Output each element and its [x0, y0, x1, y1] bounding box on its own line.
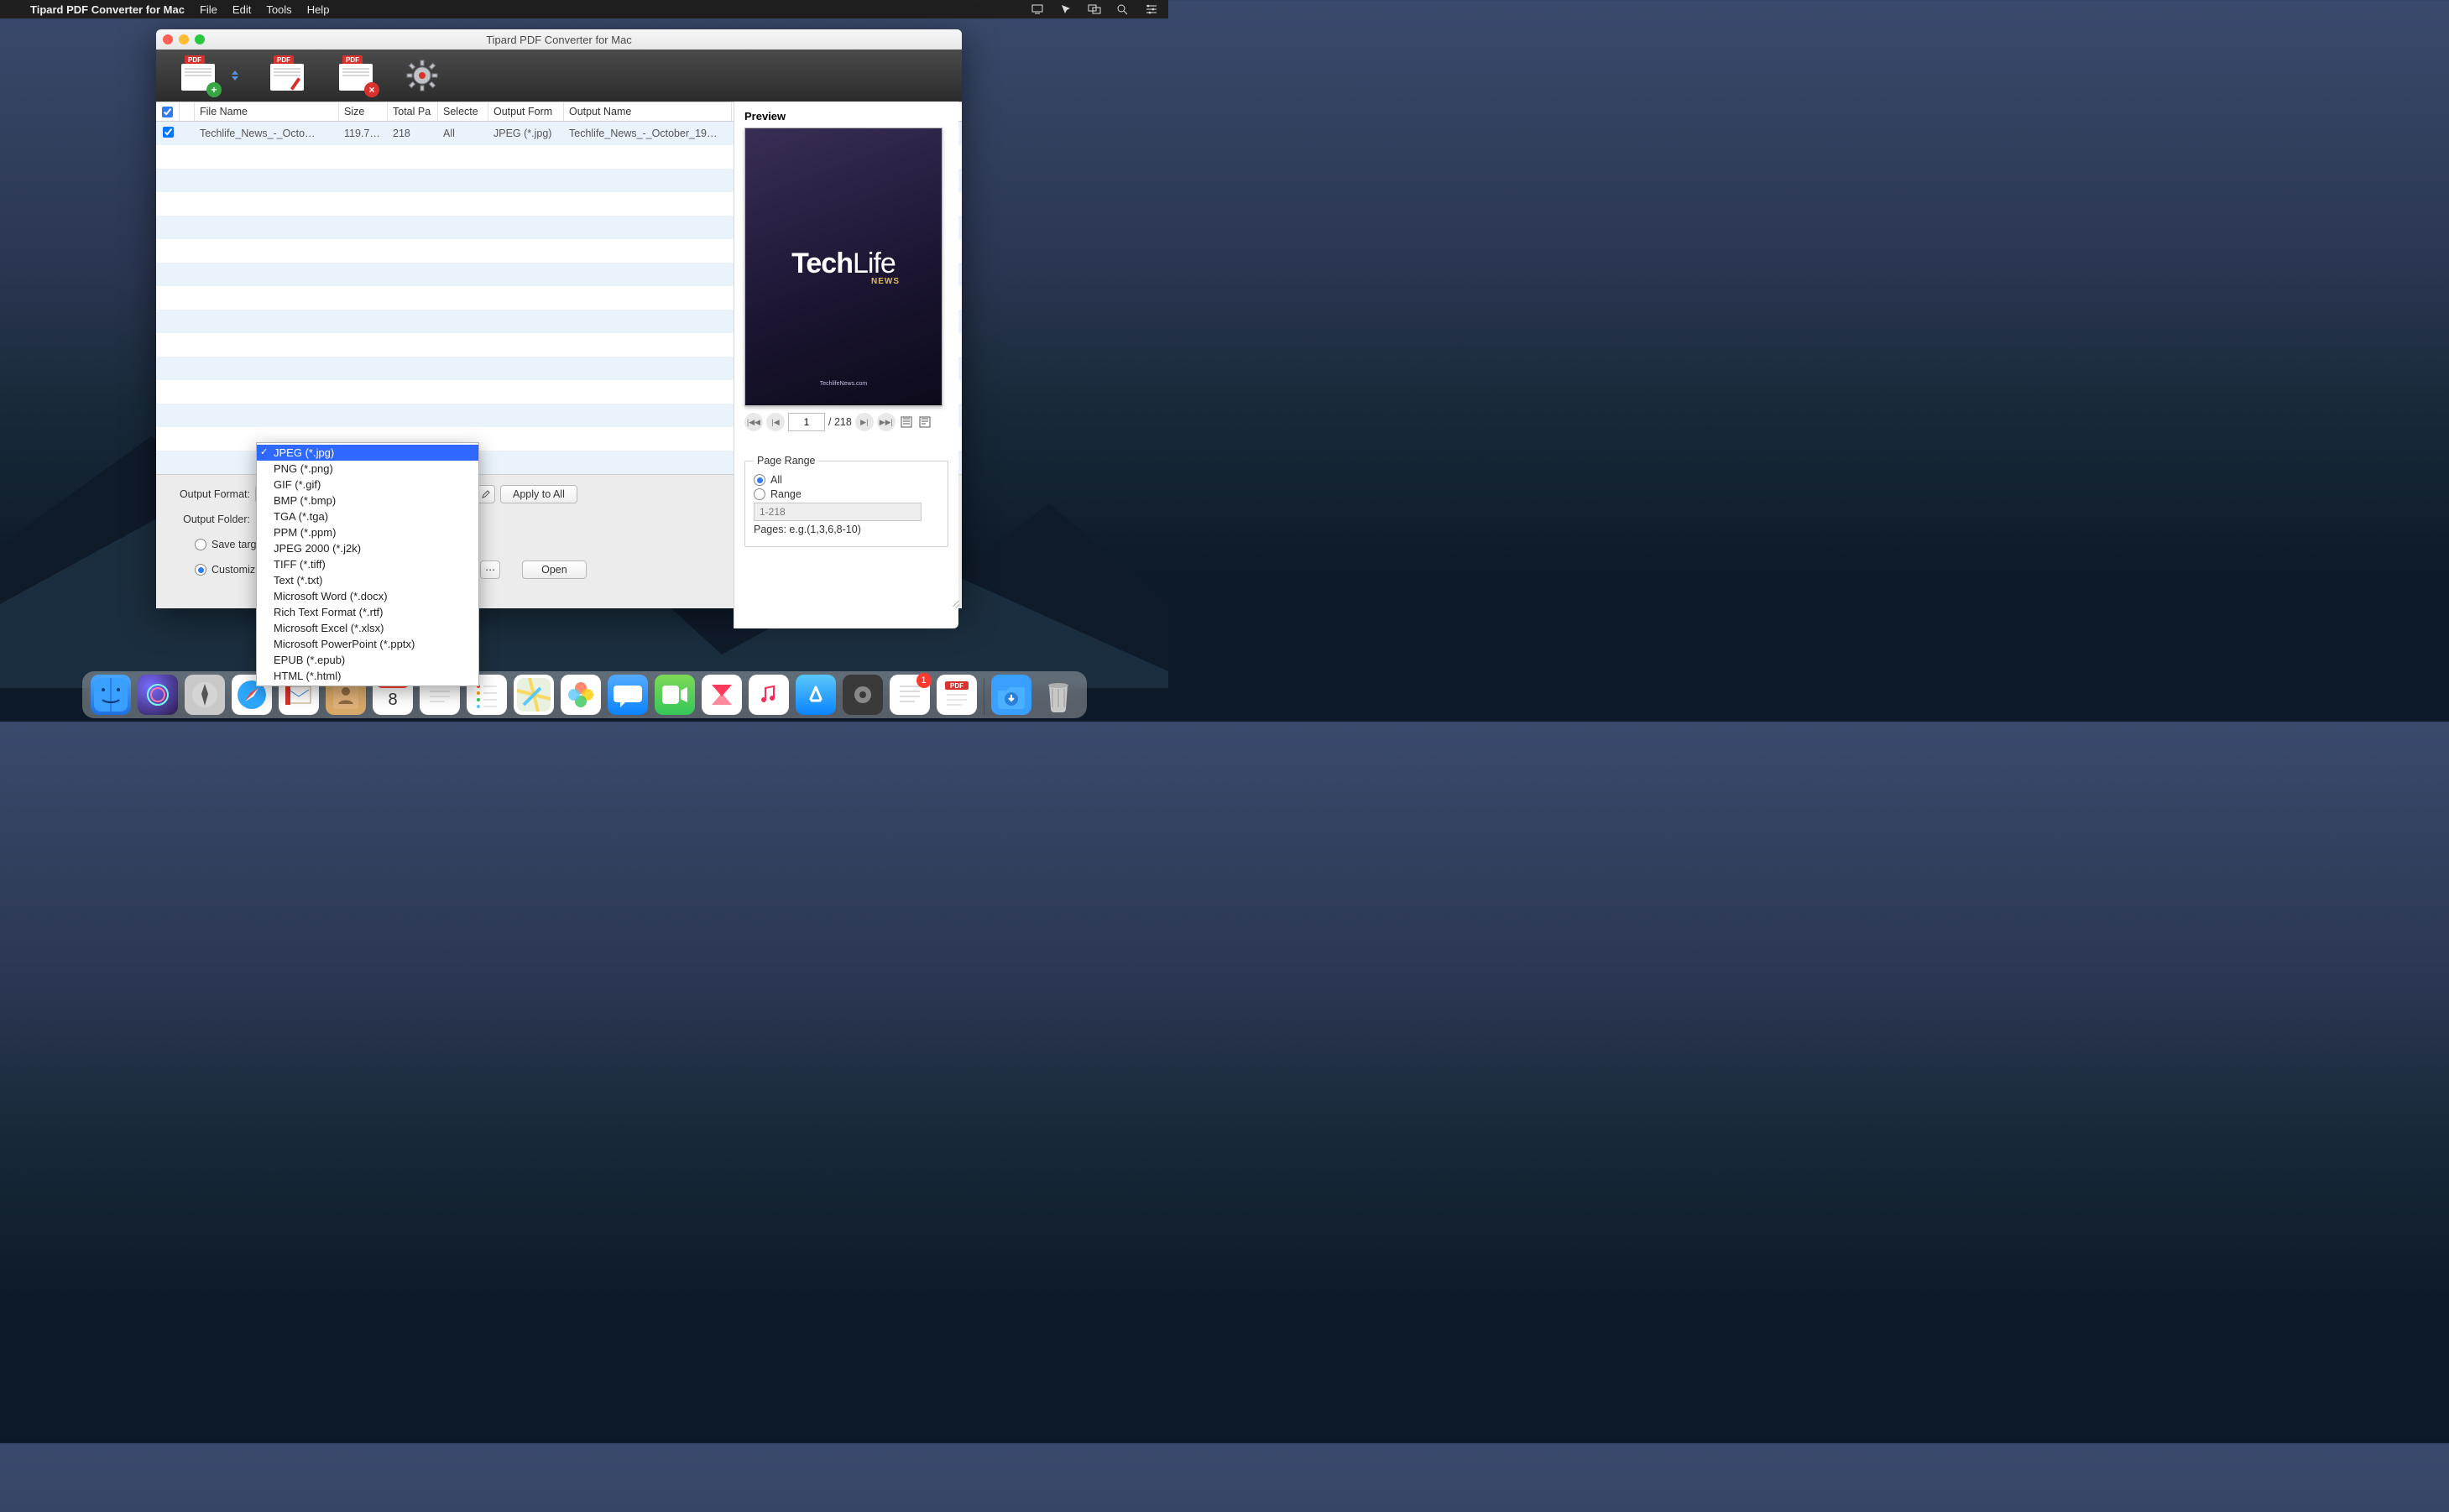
window-zoom-button[interactable] [195, 34, 205, 44]
dock-siri-icon[interactable] [138, 675, 178, 715]
format-option[interactable]: TIFF (*.tiff) [257, 556, 478, 572]
dock-appstore-icon[interactable] [796, 675, 836, 715]
col-output-format[interactable]: Output Form [488, 102, 564, 121]
dock-messages-icon[interactable] [608, 675, 648, 715]
browse-folder-button[interactable]: ⋯ [480, 560, 500, 579]
page-range-input[interactable] [754, 503, 922, 521]
col-output-name[interactable]: Output Name [564, 102, 732, 121]
window-title: Tipard PDF Converter for Mac [156, 34, 962, 46]
rotate-right-icon[interactable] [917, 414, 932, 430]
dock-launchpad-icon[interactable] [185, 675, 225, 715]
format-option[interactable]: PPM (*.ppm) [257, 524, 478, 540]
output-folder-label: Output Folder: [170, 514, 250, 525]
dock-facetime-icon[interactable] [655, 675, 695, 715]
format-option[interactable]: TGA (*.tga) [257, 508, 478, 524]
spotlight-icon[interactable] [1116, 3, 1130, 15]
preview-nav: |◀◀ |◀ / 218 ▶| ▶▶| [744, 413, 948, 431]
page-range-hint: Pages: e.g.(1,3,6,8-10) [754, 524, 939, 535]
page-range-all-radio[interactable] [754, 474, 765, 486]
col-size[interactable]: Size [339, 102, 388, 121]
cell-selected: All [438, 128, 488, 139]
status-control-icon[interactable] [1031, 3, 1044, 15]
dock-news-icon[interactable] [702, 675, 742, 715]
save-target-label: Save targ [211, 539, 257, 550]
resize-handle[interactable] [948, 595, 960, 607]
cell-output-name: Techlife_News_-_October_19… [564, 128, 732, 139]
cell-size: 119.71 … [339, 128, 388, 139]
system-menubar: Tipard PDF Converter for Mac File Edit T… [0, 0, 1168, 18]
col-selected[interactable]: Selecte [438, 102, 488, 121]
format-option[interactable]: JPEG 2000 (*.j2k) [257, 540, 478, 556]
page-range-group: Page Range All Range Pages: e.g.(1,3,6,8… [744, 455, 948, 547]
menubar-tools[interactable]: Tools [266, 3, 291, 16]
remove-pdf-button[interactable]: PDF× [337, 57, 376, 94]
format-option[interactable]: Microsoft Excel (*.xlsx) [257, 620, 478, 636]
status-cursor-icon[interactable] [1059, 3, 1073, 15]
format-option[interactable]: GIF (*.gif) [257, 477, 478, 493]
svg-text:PDF: PDF [950, 682, 963, 690]
prev-page-button[interactable]: |◀ [766, 413, 785, 431]
format-option[interactable]: EPUB (*.epub) [257, 652, 478, 668]
save-target-radio[interactable] [195, 539, 206, 550]
output-format-label: Output Format: [170, 488, 250, 500]
select-all-checkbox[interactable] [156, 102, 180, 121]
window-minimize-button[interactable] [179, 34, 189, 44]
dock-photos-icon[interactable] [561, 675, 601, 715]
row-checkbox[interactable] [156, 127, 180, 140]
page-range-legend: Page Range [754, 455, 819, 467]
dock-finder-icon[interactable] [91, 675, 131, 715]
customize-radio[interactable] [195, 564, 206, 576]
menubar-help[interactable]: Help [307, 3, 330, 16]
cell-output-format: JPEG (*.jpg) [488, 128, 564, 139]
format-option[interactable]: HTML (*.html) [257, 668, 478, 684]
current-page-input[interactable] [788, 413, 825, 431]
window-titlebar[interactable]: Tipard PDF Converter for Mac [156, 29, 962, 50]
open-folder-button[interactable]: Open [522, 560, 587, 579]
cell-file-name: Techlife_News_-_Octo… [195, 128, 339, 139]
dock-trash-icon[interactable] [1038, 675, 1078, 715]
dock-running-app-icon[interactable]: 1 [890, 675, 930, 715]
next-page-button[interactable]: ▶| [855, 413, 874, 431]
preview-title: Preview [744, 110, 948, 123]
toolbar: PDF+ PDF PDF× [156, 50, 962, 102]
rotate-left-icon[interactable] [899, 414, 914, 430]
dock-maps-icon[interactable] [514, 675, 554, 715]
output-format-settings-button[interactable] [477, 485, 495, 503]
dock-pdf-converter-icon[interactable]: PDF [937, 675, 977, 715]
control-center-icon[interactable] [1145, 3, 1158, 15]
menubar-edit[interactable]: Edit [232, 3, 251, 16]
format-option[interactable]: JPEG (*.jpg) [257, 445, 478, 461]
preview-thumbnail: TechLife NEWS TechlifeNews.com [744, 128, 943, 406]
col-total-pages[interactable]: Total Pa [388, 102, 438, 121]
output-format-dropdown: JPEG (*.jpg)PNG (*.png)GIF (*.gif)BMP (*… [256, 442, 479, 686]
format-option[interactable]: Microsoft PowerPoint (*.pptx) [257, 636, 478, 652]
menubar-app-name[interactable]: Tipard PDF Converter for Mac [30, 3, 185, 16]
dock-preferences-icon[interactable] [843, 675, 883, 715]
window-close-button[interactable] [163, 34, 173, 44]
dock-music-icon[interactable] [749, 675, 789, 715]
dock-downloads-icon[interactable] [991, 675, 1031, 715]
format-option[interactable]: Rich Text Format (*.rtf) [257, 604, 478, 620]
last-page-button[interactable]: ▶▶| [877, 413, 896, 431]
apply-to-all-button[interactable]: Apply to All [500, 485, 577, 503]
format-option[interactable]: PNG (*.png) [257, 461, 478, 477]
preview-panel: Preview TechLife NEWS TechlifeNews.com |… [734, 102, 958, 628]
status-displays-icon[interactable] [1088, 3, 1101, 15]
add-pdf-button[interactable]: PDF+ [180, 57, 218, 94]
edit-pdf-button[interactable]: PDF [269, 57, 307, 94]
format-option[interactable]: Text (*.txt) [257, 572, 478, 588]
svg-text:8: 8 [388, 691, 397, 709]
add-pdf-dropdown-arrow[interactable] [232, 70, 238, 81]
cell-total-pages: 218 [388, 128, 438, 139]
col-file-name[interactable]: File Name [195, 102, 339, 121]
format-option[interactable]: BMP (*.bmp) [257, 493, 478, 508]
customize-label: Customiz [211, 564, 255, 576]
page-range-range-radio[interactable] [754, 488, 765, 500]
settings-gear-button[interactable] [406, 60, 438, 91]
total-pages-label: / 218 [828, 416, 852, 428]
first-page-button[interactable]: |◀◀ [744, 413, 763, 431]
format-option[interactable]: Microsoft Word (*.docx) [257, 588, 478, 604]
menubar-file[interactable]: File [200, 3, 217, 16]
dock: NOV8 1 PDF [0, 668, 1168, 722]
